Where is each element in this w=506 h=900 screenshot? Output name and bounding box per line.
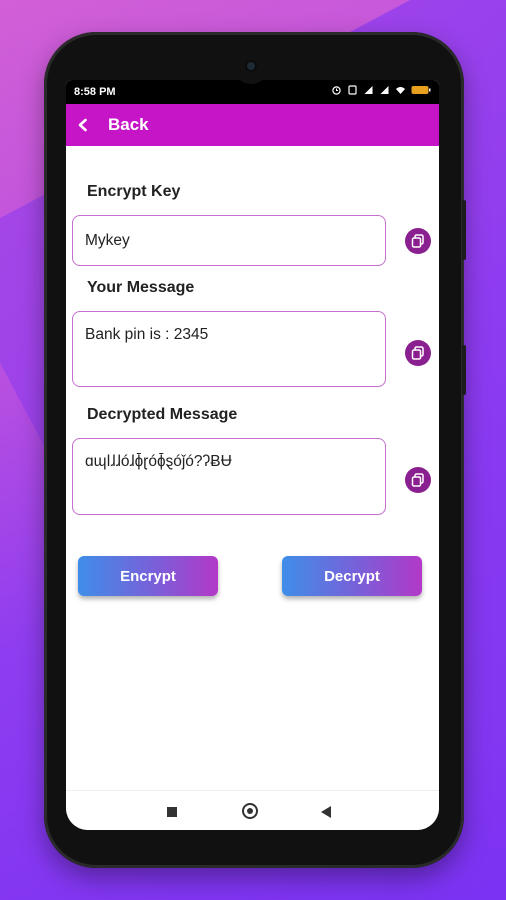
copy-icon <box>411 346 424 360</box>
encrypt-key-label: Encrypt Key <box>87 183 181 200</box>
phone-volume-button <box>462 200 466 260</box>
message-textarea[interactable]: Bank pin is : 2345 <box>72 311 386 387</box>
decrypt-button[interactable]: Decrypt <box>282 556 422 596</box>
copy-message-button[interactable] <box>405 340 431 366</box>
your-message-label: Your Message <box>87 279 195 296</box>
phone-power-button <box>462 345 466 395</box>
decrypted-message-textarea[interactable]: ɑɰǀɺɺóɺɸ̄ɽóɸ̄ȿóǰó?ʔɃɄ <box>72 438 386 515</box>
battery-icon <box>411 86 431 94</box>
nav-recent-icon[interactable] <box>167 807 177 817</box>
decrypted-message-label: Decrypted Message <box>87 406 238 423</box>
copy-key-button[interactable] <box>405 228 431 254</box>
encrypt-button[interactable]: Encrypt <box>78 556 218 596</box>
app-screen: 8:58 PM Back Encrypt Key Your Message Ba… <box>66 80 439 830</box>
encrypt-key-input[interactable] <box>72 215 386 266</box>
nav-home-icon[interactable] <box>242 803 258 819</box>
signal-icon <box>364 86 373 94</box>
nav-home-dot <box>247 808 253 814</box>
back-button[interactable]: Back <box>108 115 149 135</box>
signal-icon-2 <box>380 86 389 94</box>
system-nav-bar <box>66 790 439 830</box>
alarm-icon <box>332 86 341 95</box>
nav-back-icon[interactable] <box>321 806 331 818</box>
app-bar: Back <box>66 104 439 146</box>
status-time: 8:58 PM <box>74 86 116 98</box>
copy-decrypted-button[interactable] <box>405 467 431 493</box>
status-icons <box>331 85 431 95</box>
back-chevron-icon[interactable] <box>76 118 90 132</box>
copy-icon <box>411 473 424 487</box>
copy-icon <box>411 234 424 248</box>
wifi-icon <box>396 87 405 94</box>
camera-lens <box>245 60 257 72</box>
sim-card-icon <box>348 85 357 95</box>
